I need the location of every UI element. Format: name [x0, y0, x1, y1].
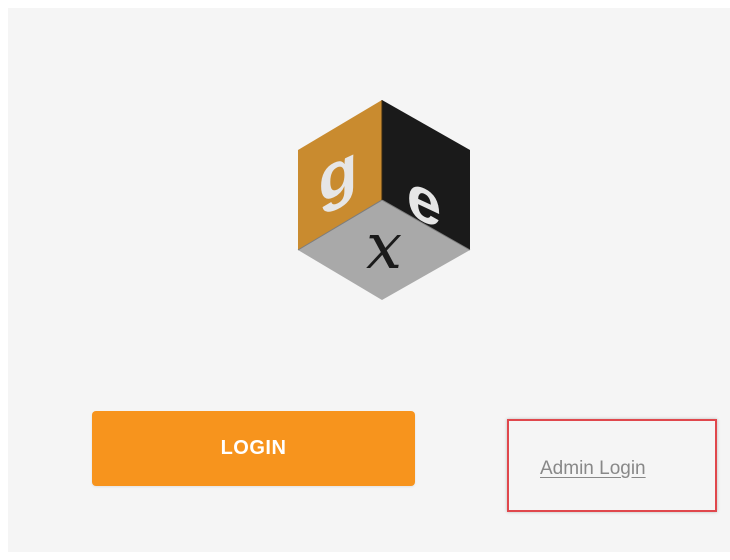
gex-logo: g e x	[297, 100, 471, 300]
logo-letter-x: x	[366, 210, 402, 284]
admin-login-link[interactable]: Admin Login	[540, 458, 646, 480]
login-button[interactable]: LOGIN	[92, 411, 415, 486]
